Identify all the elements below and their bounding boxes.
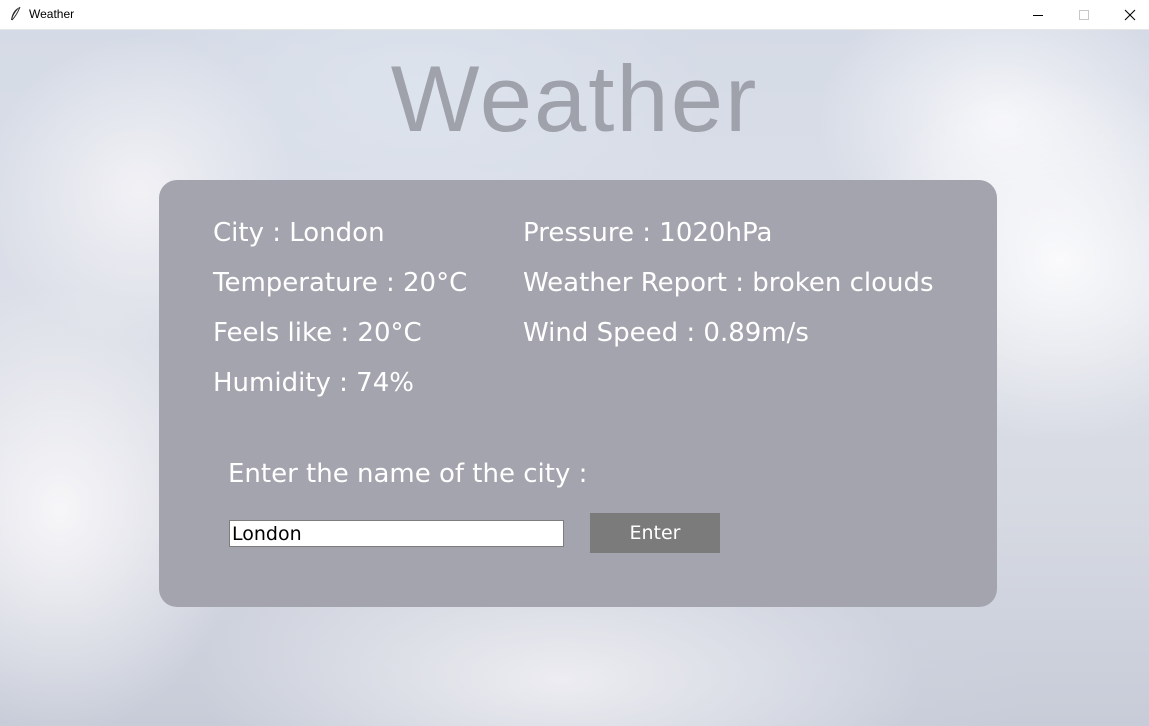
humidity-label: Humidity : 74% xyxy=(213,368,414,398)
wind-speed-label: Wind Speed : 0.89m/s xyxy=(523,318,809,348)
city-label: City : London xyxy=(213,218,385,248)
title-bar[interactable]: Weather xyxy=(0,0,1149,30)
maximize-icon xyxy=(1079,9,1089,20)
feather-icon xyxy=(11,6,21,21)
close-button[interactable] xyxy=(1107,0,1149,29)
maximize-button[interactable] xyxy=(1061,0,1107,29)
page-title: Weather xyxy=(390,46,759,151)
app-window: Weather Weather City : London Temperatur… xyxy=(0,0,1149,726)
cloud-background: Weather City : London Temperature : 20°C… xyxy=(0,30,1149,726)
enter-button[interactable]: Enter xyxy=(590,513,720,553)
window-title: Weather xyxy=(29,7,75,21)
city-prompt: Enter the name of the city : xyxy=(228,459,588,489)
temperature-label: Temperature : 20°C xyxy=(213,268,468,298)
minimize-button[interactable] xyxy=(1015,0,1061,29)
city-input[interactable] xyxy=(229,520,564,547)
pressure-label: Pressure : 1020hPa xyxy=(523,218,773,248)
feels-like-label: Feels like : 20°C xyxy=(213,318,422,348)
close-icon xyxy=(1124,9,1136,20)
weather-report-label: Weather Report : broken clouds xyxy=(523,268,934,298)
minimize-icon xyxy=(1033,14,1043,16)
weather-panel: City : London Temperature : 20°C Feels l… xyxy=(159,180,997,607)
